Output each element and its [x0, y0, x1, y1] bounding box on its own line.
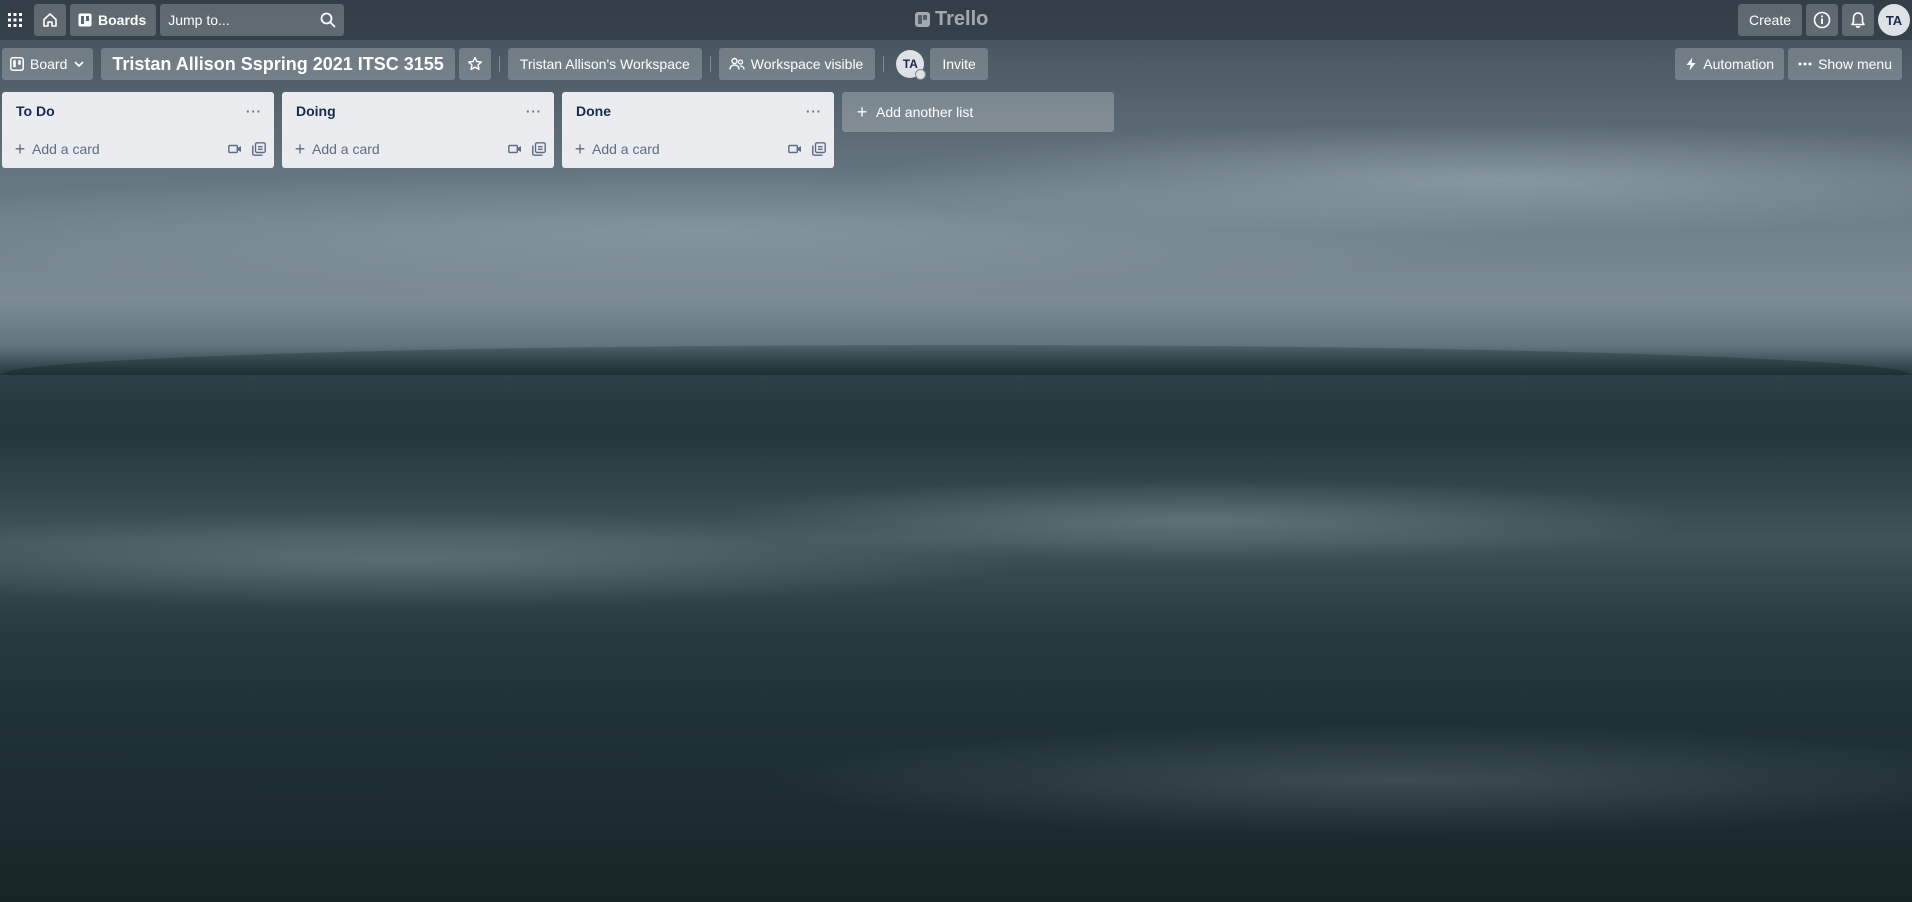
workspace-label: Tristan Allison's Workspace [519, 56, 690, 72]
automation-label: Automation [1703, 56, 1775, 72]
chevron-down-icon [75, 61, 84, 67]
list-done: Done ··· + Add a card [562, 92, 834, 168]
divider [883, 56, 885, 72]
list-doing: Doing ··· + Add a card [282, 92, 554, 168]
list-menu-icon[interactable]: ··· [242, 104, 266, 119]
board-header-right: Automation Show menu [1675, 48, 1902, 80]
list-header[interactable]: To Do ··· [2, 92, 274, 130]
info-icon [1813, 11, 1831, 29]
lightning-icon [1686, 57, 1696, 71]
search-icon [320, 12, 336, 28]
add-card-button[interactable]: + Add a card [12, 140, 228, 158]
invite-button[interactable]: Invite [930, 48, 988, 80]
video-card-icon[interactable] [788, 144, 802, 154]
star-board-button[interactable] [458, 48, 491, 80]
trello-logo[interactable]: Trello [915, 8, 988, 31]
add-card-label: Add a card [312, 141, 380, 157]
workspace-button[interactable]: Tristan Allison's Workspace [507, 48, 702, 80]
search-placeholder: Jump to... [168, 12, 230, 28]
board-lists: To Do ··· + Add a card Doing ··· + Add a… [2, 92, 1114, 168]
top-nav-right: Create TA [1737, 4, 1910, 36]
board-view-icon [10, 57, 24, 71]
list-menu-icon[interactable]: ··· [802, 104, 826, 119]
visibility-label: Workspace visible [750, 56, 864, 72]
divider [498, 56, 500, 72]
home-button[interactable] [34, 4, 66, 36]
list-title[interactable]: Done [576, 103, 611, 119]
template-card-icon[interactable] [532, 142, 546, 156]
bell-icon [1851, 12, 1865, 28]
star-icon [467, 56, 482, 71]
logo-text: Trello [935, 8, 989, 30]
create-button[interactable]: Create [1737, 4, 1802, 36]
plus-icon: + [856, 102, 868, 122]
member-initials: TA [902, 57, 918, 71]
video-card-icon[interactable] [508, 144, 522, 154]
grid-icon [8, 13, 22, 27]
show-menu-label: Show menu [1818, 56, 1892, 72]
list-footer: + Add a card [562, 130, 834, 168]
automation-button[interactable]: Automation [1675, 48, 1785, 80]
visibility-button[interactable]: Workspace visible [718, 48, 876, 80]
add-card-label: Add a card [592, 141, 660, 157]
more-dots-icon [1798, 62, 1812, 66]
admin-badge-icon [915, 69, 927, 80]
list-footer: + Add a card [2, 130, 274, 168]
add-list-label: Add another list [876, 104, 974, 120]
add-card-button[interactable]: + Add a card [292, 140, 508, 158]
info-button[interactable] [1806, 4, 1838, 36]
list-title[interactable]: To Do [16, 103, 55, 119]
list-footer-icons [788, 142, 826, 156]
list-menu-icon[interactable]: ··· [522, 104, 546, 119]
board-view-label: Board [30, 56, 68, 72]
plus-icon: + [14, 139, 26, 159]
board-title-text: Tristan Allison Sspring 2021 ITSC 3155 [112, 53, 444, 74]
add-card-button[interactable]: + Add a card [572, 140, 788, 158]
user-avatar[interactable]: TA [1878, 4, 1910, 36]
invite-label: Invite [942, 56, 976, 72]
home-icon [43, 13, 57, 27]
search-input[interactable]: Jump to... [160, 4, 345, 36]
list-header[interactable]: Done ··· [562, 92, 834, 130]
app-switcher-button[interactable] [2, 4, 28, 36]
user-initials: TA [1885, 12, 1903, 28]
board-header: Board Tristan Allison Sspring 2021 ITSC … [0, 48, 1912, 80]
top-nav-bar: Boards Jump to... Trello Create TA [0, 0, 1912, 40]
plus-icon: + [574, 139, 586, 159]
background-ridge [0, 345, 1912, 375]
divider [709, 56, 711, 72]
trello-logo-icon [915, 12, 930, 27]
board-title[interactable]: Tristan Allison Sspring 2021 ITSC 3155 [101, 48, 455, 80]
list-footer: + Add a card [282, 130, 554, 168]
notifications-button[interactable] [1842, 4, 1874, 36]
board-member-avatar[interactable]: TA [896, 50, 927, 80]
list-footer-icons [508, 142, 546, 156]
list-title[interactable]: Doing [296, 103, 336, 119]
boards-icon [78, 13, 92, 27]
template-card-icon[interactable] [252, 142, 266, 156]
list-footer-icons [228, 142, 266, 156]
show-menu-button[interactable]: Show menu [1788, 48, 1902, 80]
list-to-do: To Do ··· + Add a card [2, 92, 274, 168]
create-label: Create [1748, 12, 1791, 28]
boards-label: Boards [98, 12, 147, 28]
video-card-icon[interactable] [228, 144, 242, 154]
plus-icon: + [294, 139, 306, 159]
boards-button[interactable]: Boards [70, 4, 157, 36]
add-card-label: Add a card [32, 141, 100, 157]
workspace-visible-icon [729, 57, 745, 70]
add-another-list-button[interactable]: + Add another list [842, 92, 1114, 132]
list-header[interactable]: Doing ··· [282, 92, 554, 130]
board-view-switcher[interactable]: Board [2, 48, 94, 80]
template-card-icon[interactable] [812, 142, 826, 156]
